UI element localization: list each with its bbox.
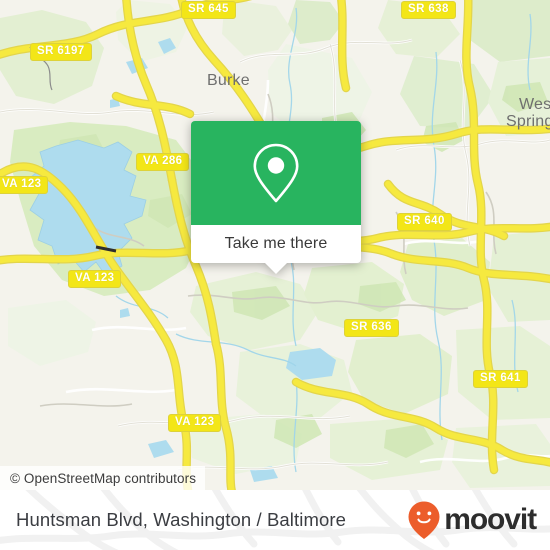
road-shield-sr-6197: SR 6197 (30, 43, 92, 61)
road-shield-sr-640: SR 640 (397, 213, 452, 231)
moovit-pin-smiley-icon (408, 501, 440, 539)
callout-pin-panel (191, 121, 361, 225)
osm-attribution-text: © OpenStreetMap contributors (10, 470, 197, 486)
place-label-burke: Burke (207, 72, 250, 89)
road-shield-sr-636: SR 636 (344, 319, 399, 337)
page-title: Huntsman Blvd, Washington / Baltimore (16, 509, 346, 530)
footer-bar: Huntsman Blvd, Washington / Baltimore mo… (0, 490, 550, 550)
location-callout-card[interactable]: Take me there (191, 121, 361, 274)
callout-action-bar[interactable]: Take me there (191, 225, 361, 274)
road-shield-va-123-mid: VA 123 (68, 270, 122, 288)
road-shield-sr-641: SR 641 (473, 370, 528, 388)
place-label-springfield: Springf (506, 113, 550, 130)
moovit-wordmark: moovit (444, 503, 537, 536)
road-shield-va-123-south: VA 123 (168, 414, 222, 432)
road-shield-va-123-west: VA 123 (0, 176, 49, 194)
place-label-west: West (519, 96, 550, 113)
callout-tail-pointer (265, 263, 287, 274)
road-shield-va-286: VA 286 (136, 153, 190, 171)
map-pin-icon (253, 143, 299, 203)
map-canvas[interactable]: SR 645 SR 638 SR 6197 VA 286 VA 123 SR 640 VA … (0, 0, 550, 490)
moovit-logo[interactable]: moovit (407, 490, 537, 550)
osm-attribution[interactable]: © OpenStreetMap contributors (0, 466, 206, 490)
take-me-there-button[interactable]: Take me there (225, 235, 328, 253)
road-shield-sr-645: SR 645 (181, 1, 236, 19)
road-shield-sr-638: SR 638 (401, 1, 456, 19)
